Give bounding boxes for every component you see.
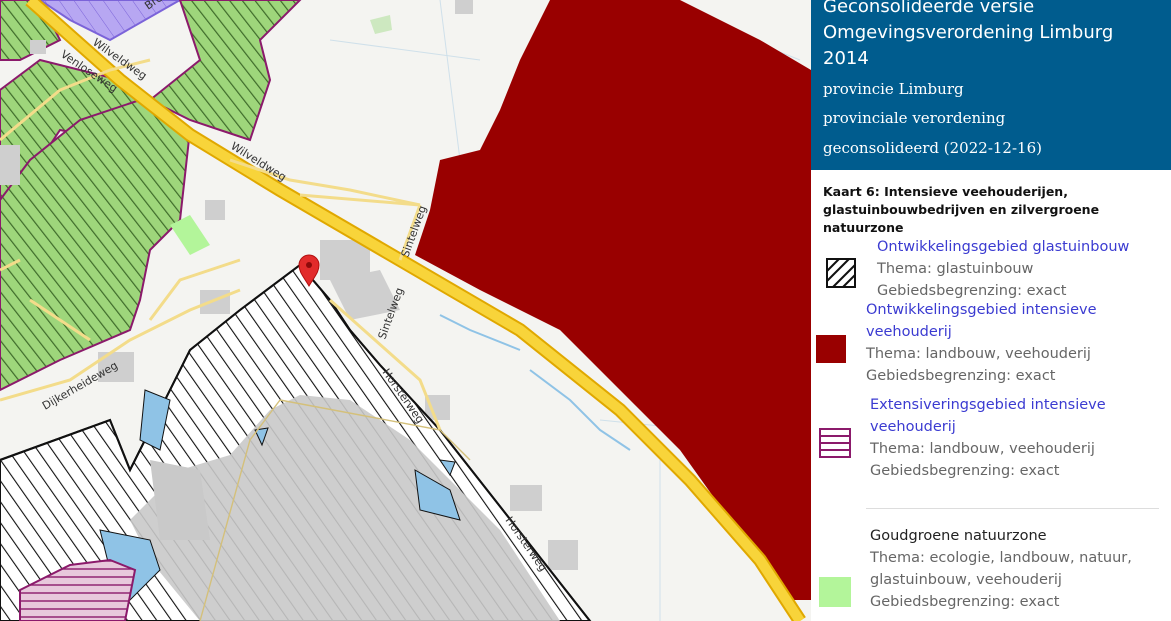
panel-header: Geconsolideerde versie Omgevingsverorden…	[811, 0, 1171, 170]
document-title: Geconsolideerde versie Omgevingsverorden…	[823, 0, 1114, 69]
legend-swatch-extensivering	[819, 428, 851, 458]
legend-thema: Thema: ecologie, landbouw, natuur, glast…	[870, 550, 1132, 588]
legend-swatch-glastuinbouw	[826, 258, 856, 288]
legend-panel: Geconsolideerde versie Omgevingsverorden…	[811, 0, 1171, 621]
legend-item-goudgroen: Goudgroene natuurzone Thema: ecologie, l…	[870, 525, 1170, 613]
legend-thema: Thema: glastuinbouw	[877, 261, 1034, 277]
legend-link-glastuinbouw[interactable]: Ontwikkelingsgebied glastuinbouw	[877, 236, 1171, 258]
legend-swatch-intensieve-veehouderij	[816, 335, 846, 363]
legend-swatch-goudgroen	[819, 577, 851, 607]
document-status: geconsolideerd (2022-12-16)	[823, 139, 1042, 157]
legend-thema: Thema: landbouw, veehouderij	[870, 441, 1095, 457]
legend-link-intensieve-veehouderij[interactable]: Ontwikkelingsgebied intensieve veehouder…	[866, 299, 1116, 343]
legend-label-goudgroen: Goudgroene natuurzone	[870, 528, 1047, 544]
legend-item-extensivering: Extensiveringsgebied intensieve veehoude…	[870, 394, 1170, 482]
legend-thema: Thema: landbouw, veehouderij	[866, 346, 1091, 362]
legend-begrenzing: Gebiedsbegrenzing: exact	[870, 594, 1060, 610]
legend-begrenzing: Gebiedsbegrenzing: exact	[870, 463, 1060, 479]
legend-begrenzing: Gebiedsbegrenzing: exact	[866, 368, 1056, 384]
legend-item-intensieve-veehouderij: Ontwikkelingsgebied intensieve veehouder…	[866, 299, 1116, 387]
document-type: provinciale verordening	[823, 109, 1006, 127]
publisher: provincie Limburg	[823, 80, 964, 98]
legend-item-glastuinbouw: Ontwikkelingsgebied glastuinbouw Thema: …	[877, 236, 1171, 302]
legend-link-extensivering[interactable]: Extensiveringsgebied intensieve veehoude…	[870, 394, 1170, 438]
map-title: Kaart 6: Intensieve veehouderijen, glast…	[823, 184, 1100, 235]
